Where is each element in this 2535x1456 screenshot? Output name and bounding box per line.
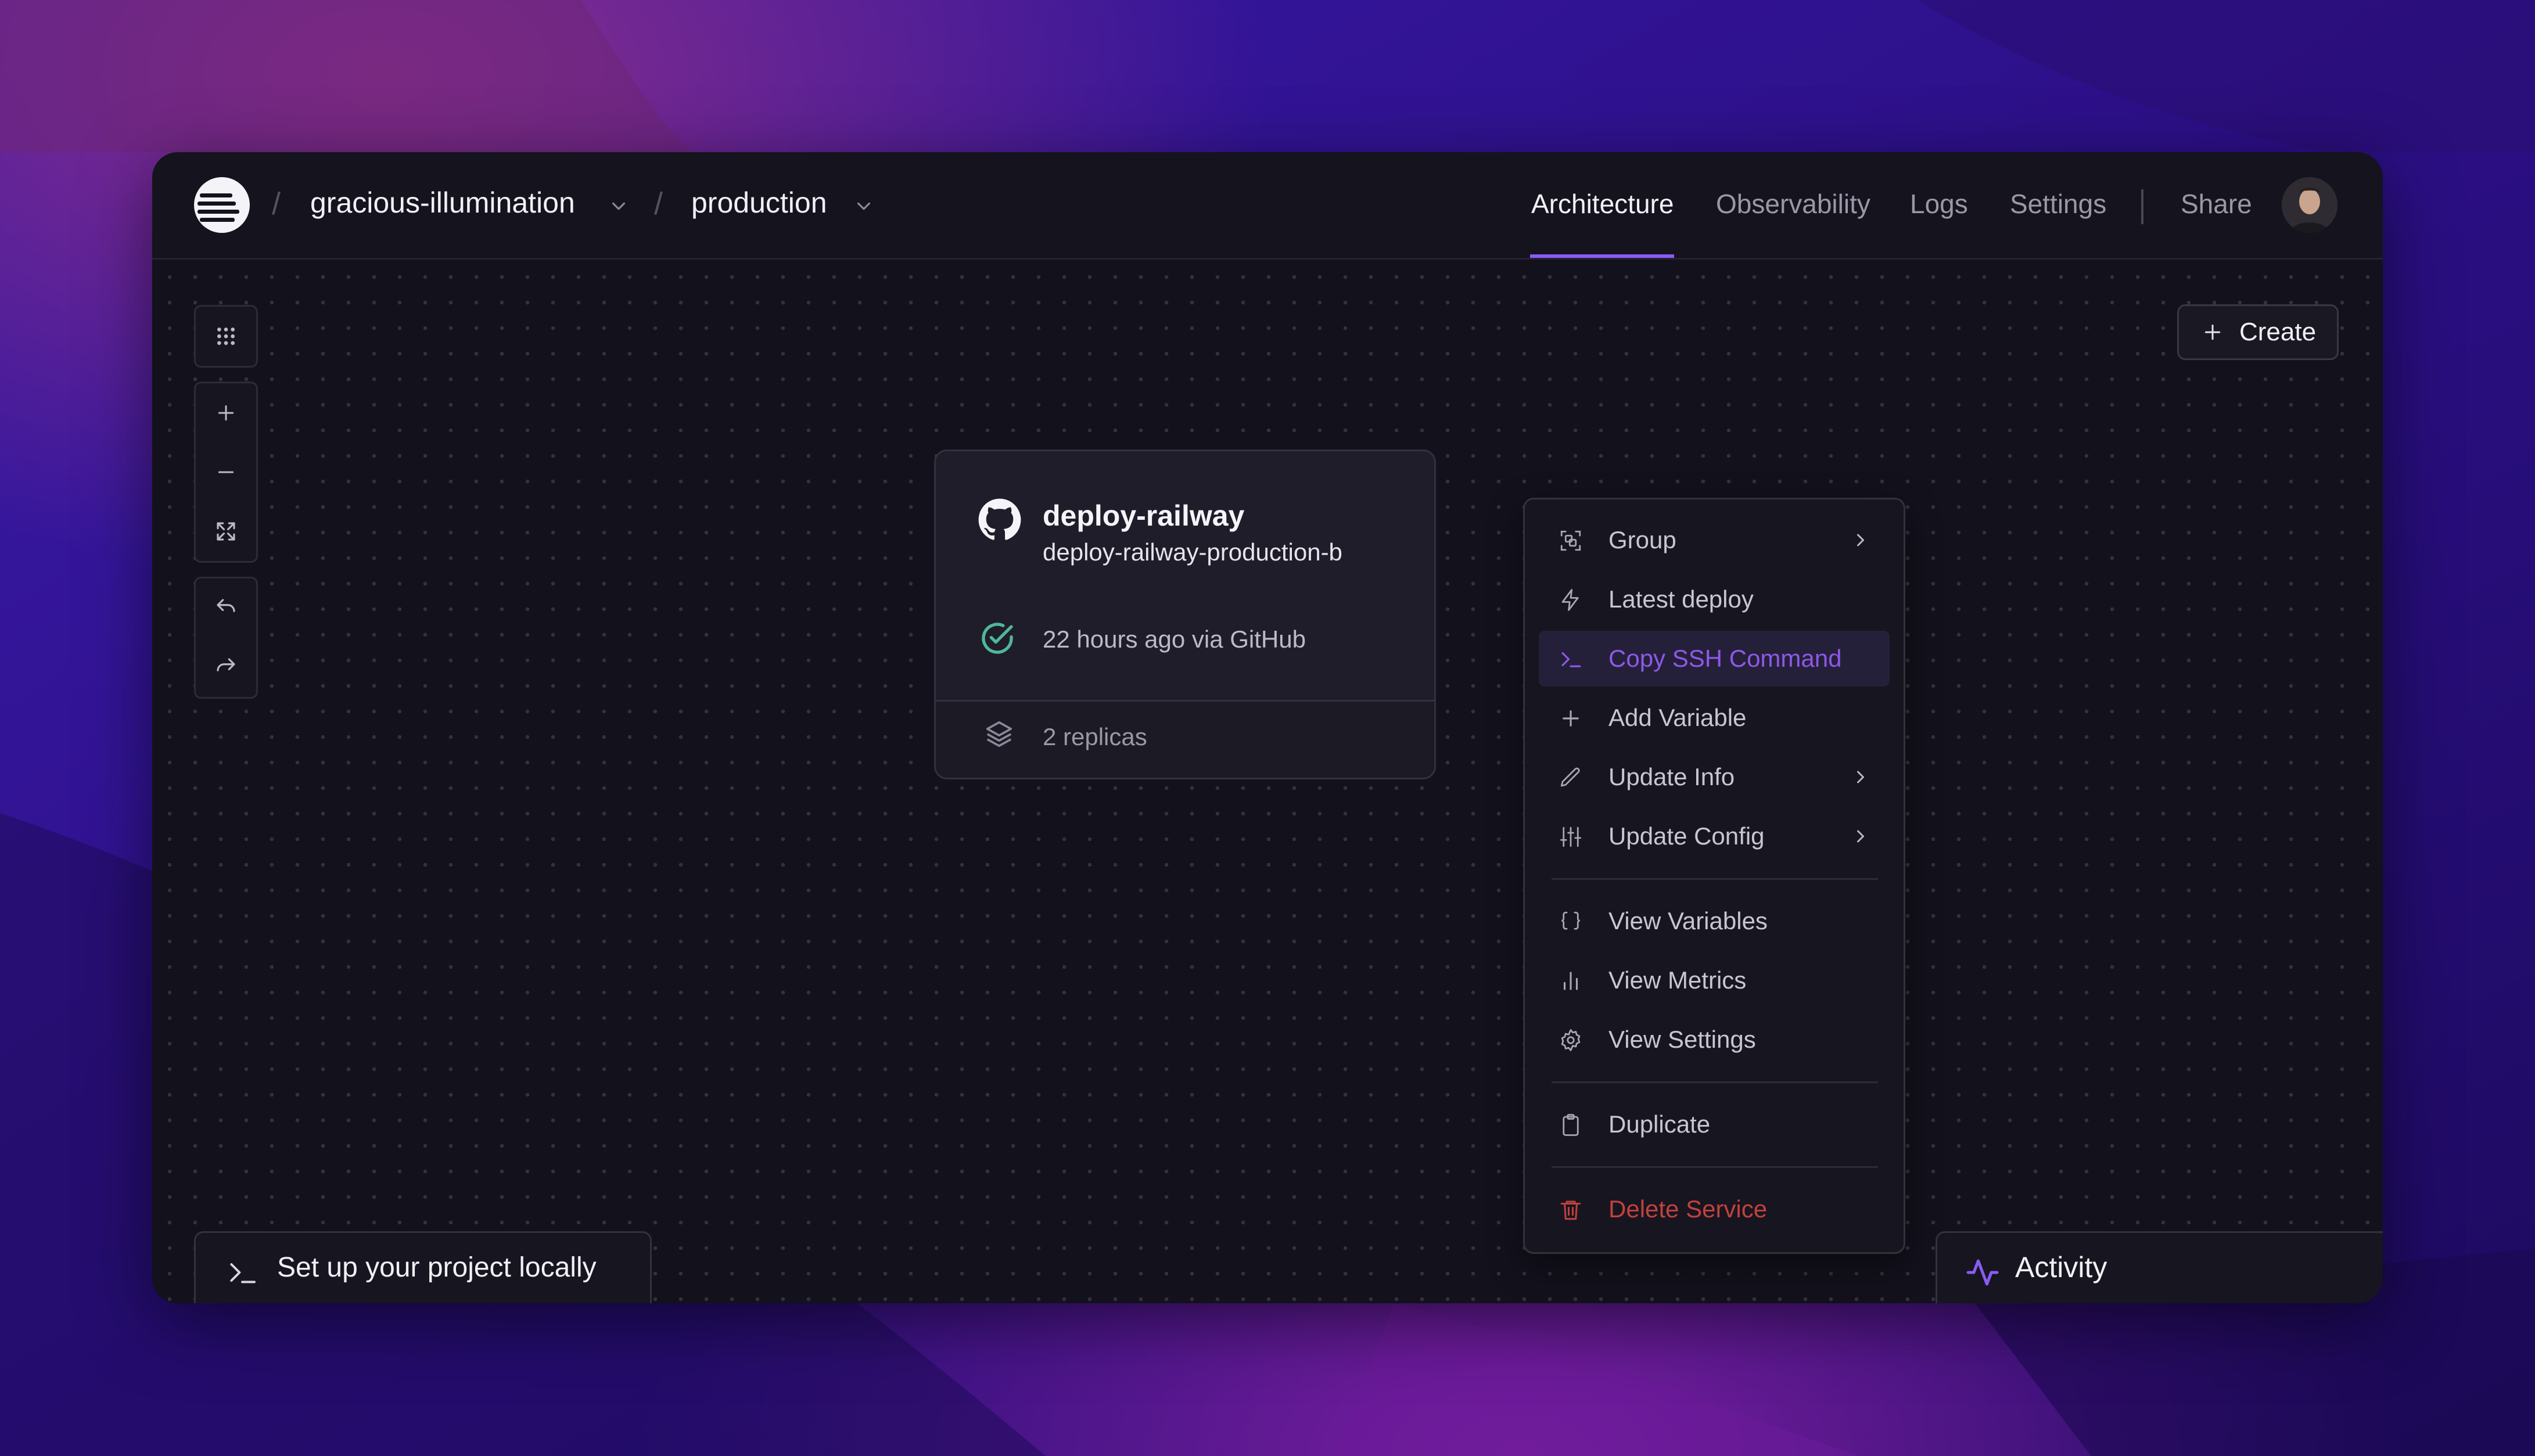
layers-icon bbox=[986, 721, 1012, 747]
plus-icon bbox=[1563, 710, 1579, 727]
menu-item-label: Copy SSH Command bbox=[1608, 645, 1842, 672]
deploy-status: 22 hours ago via GitHub bbox=[1043, 625, 1306, 653]
service-card-header: deploy-railway deploy-railway-production… bbox=[936, 451, 1434, 702]
user-avatar[interactable] bbox=[2282, 177, 2337, 233]
activity-pulse-icon bbox=[1966, 1259, 1999, 1286]
menu-item-label: Update Config bbox=[1608, 822, 1765, 850]
setup-label: Set up your project locally bbox=[277, 1252, 597, 1283]
breadcrumb-separator: / bbox=[654, 186, 663, 221]
active-tab-indicator bbox=[1530, 254, 1674, 258]
trash-icon bbox=[1560, 1200, 1581, 1220]
create-button-label: Create bbox=[2239, 318, 2317, 346]
project-name[interactable]: gracious-illumination bbox=[310, 186, 575, 220]
expand-icon bbox=[217, 522, 235, 541]
plus-icon bbox=[218, 405, 234, 421]
tab-settings[interactable]: Settings bbox=[2010, 188, 2106, 220]
nav-divider bbox=[2141, 189, 2143, 224]
service-card[interactable]: deploy-railway deploy-railway-production… bbox=[934, 450, 1436, 779]
menu-item-update-info[interactable]: Update Info bbox=[1539, 749, 1890, 805]
create-button[interactable]: Create bbox=[2177, 304, 2339, 360]
top-navigation-bar: / gracious-illumination / production Arc… bbox=[152, 152, 2383, 260]
terminal-icon bbox=[1561, 652, 1581, 667]
activity-panel[interactable]: Activity bbox=[1936, 1231, 2383, 1303]
grid-dots-icon bbox=[217, 328, 235, 345]
menu-item-label: Delete Service bbox=[1608, 1195, 1768, 1223]
braces-icon bbox=[1561, 911, 1581, 930]
menu-divider bbox=[1552, 1166, 1878, 1168]
chevron-right-icon bbox=[1857, 771, 1864, 783]
menu-item-group[interactable]: Group bbox=[1539, 512, 1890, 568]
chevron-right-icon bbox=[1857, 830, 1864, 843]
fit-view-button[interactable] bbox=[196, 502, 256, 561]
plus-icon bbox=[2204, 324, 2221, 340]
activity-label: Activity bbox=[2015, 1251, 2107, 1284]
chevron-down-icon[interactable] bbox=[608, 195, 630, 217]
group-select-icon bbox=[1560, 530, 1581, 551]
history-toolgroup bbox=[194, 577, 258, 699]
tab-logs[interactable]: Logs bbox=[1910, 188, 1968, 220]
sliders-icon bbox=[1560, 826, 1582, 847]
service-context-menu: Group Latest deploy Copy SSH Command Add… bbox=[1523, 498, 1905, 1254]
menu-item-update-config[interactable]: Update Config bbox=[1539, 808, 1890, 864]
lightning-icon bbox=[1561, 589, 1579, 611]
menu-item-duplicate[interactable]: Duplicate bbox=[1539, 1097, 1890, 1152]
menu-item-view-metrics[interactable]: View Metrics bbox=[1539, 952, 1890, 1008]
bar-chart-icon bbox=[1563, 972, 1578, 990]
share-button[interactable]: Share bbox=[2181, 188, 2252, 220]
menu-item-delete-service[interactable]: Delete Service bbox=[1539, 1181, 1890, 1237]
zoom-in-button[interactable] bbox=[196, 383, 256, 443]
menu-item-label: View Settings bbox=[1608, 1026, 1756, 1053]
undo-icon bbox=[217, 599, 235, 612]
chevron-right-icon bbox=[1857, 534, 1864, 547]
app-window: / gracious-illumination / production Arc… bbox=[152, 152, 2383, 1303]
redo-icon bbox=[217, 658, 235, 671]
gear-icon bbox=[1561, 1029, 1581, 1051]
architecture-canvas[interactable]: Create deploy-railway deploy-railway-pro… bbox=[152, 260, 2383, 1303]
check-circle-icon bbox=[982, 623, 1013, 654]
menu-item-label: Latest deploy bbox=[1608, 585, 1754, 613]
menu-item-label: Duplicate bbox=[1608, 1110, 1711, 1138]
setup-project-locally-panel[interactable]: Set up your project locally bbox=[194, 1231, 652, 1303]
minus-icon bbox=[218, 471, 234, 473]
canvas-grid-toolgroup bbox=[194, 305, 258, 368]
menu-item-add-variable[interactable]: Add Variable bbox=[1539, 690, 1890, 746]
menu-item-label: Add Variable bbox=[1608, 704, 1747, 731]
railway-logo-icon[interactable] bbox=[194, 177, 250, 233]
menu-item-label: View Metrics bbox=[1608, 966, 1747, 994]
menu-item-latest-deploy[interactable]: Latest deploy bbox=[1539, 571, 1890, 627]
menu-item-label: Update Info bbox=[1608, 763, 1735, 790]
environment-name[interactable]: production bbox=[691, 186, 827, 220]
github-icon bbox=[978, 498, 1021, 540]
menu-item-label: View Variables bbox=[1608, 907, 1768, 934]
menu-divider bbox=[1552, 878, 1878, 880]
zoom-out-button[interactable] bbox=[196, 443, 256, 502]
menu-item-copy-ssh-command[interactable]: Copy SSH Command bbox=[1539, 631, 1890, 686]
menu-divider bbox=[1552, 1081, 1878, 1083]
tab-observability[interactable]: Observability bbox=[1716, 188, 1870, 220]
undo-button[interactable] bbox=[196, 578, 256, 638]
breadcrumb-separator: / bbox=[272, 186, 281, 221]
tab-architecture[interactable]: Architecture bbox=[1531, 188, 1674, 220]
menu-item-label: Group bbox=[1608, 526, 1676, 553]
replica-count: 2 replicas bbox=[1043, 723, 1147, 750]
grid-button[interactable] bbox=[196, 307, 256, 366]
menu-item-view-settings[interactable]: View Settings bbox=[1539, 1012, 1890, 1067]
redo-button[interactable] bbox=[196, 638, 256, 697]
pencil-icon bbox=[1560, 767, 1580, 787]
zoom-toolgroup bbox=[194, 382, 258, 563]
chevron-down-icon[interactable] bbox=[853, 195, 875, 217]
service-name: deploy-railway bbox=[1043, 499, 1245, 532]
clipboard-icon bbox=[1563, 1114, 1579, 1136]
menu-item-view-variables[interactable]: View Variables bbox=[1539, 893, 1890, 949]
service-domain: deploy-railway-production-b bbox=[1043, 538, 1342, 566]
terminal-icon bbox=[230, 1263, 256, 1284]
